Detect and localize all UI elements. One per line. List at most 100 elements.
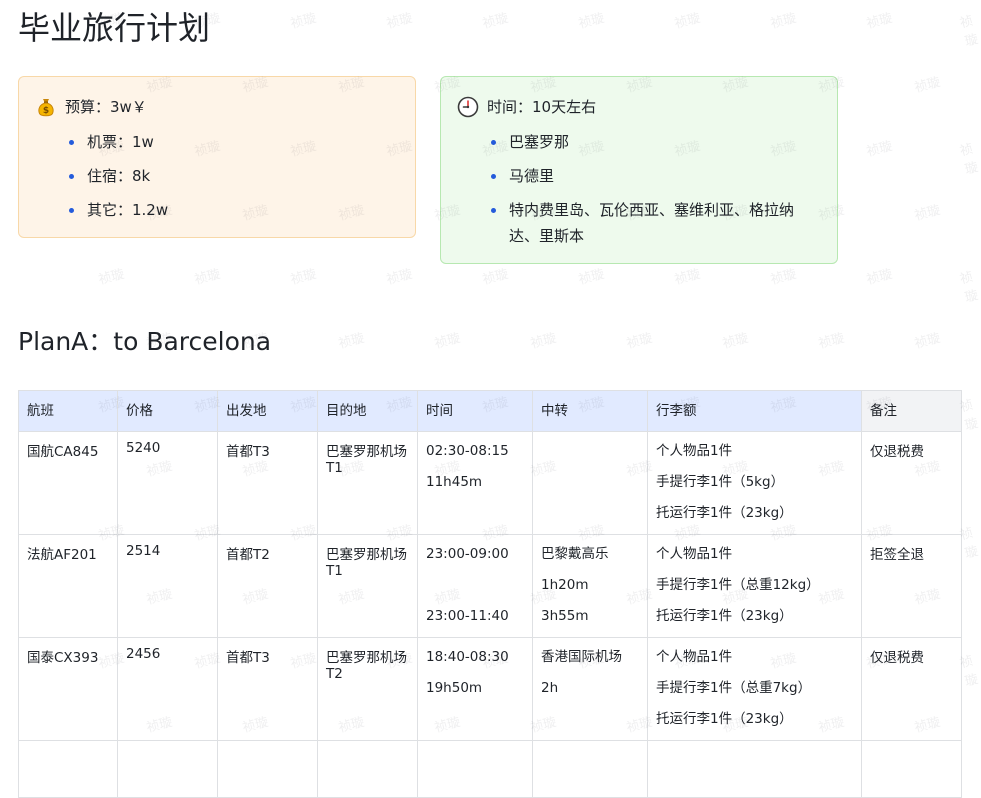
destination-list: 巴塞罗那 马德里 特内费里岛、瓦伦西亚、塞维利亚、格拉纳达、里斯本 [457,129,821,249]
time-range: 23:00-11:40 [426,608,509,624]
cell-destination: 巴塞罗那机场T1 [317,534,418,638]
empty-cell [117,740,218,798]
baggage-checked: 托运行李1件（23kg） [656,608,793,624]
watermark-text: 祯璇 [957,141,980,178]
watermark-text: 祯璇 [384,10,414,33]
watermark-text: 祯璇 [912,74,942,97]
cell-flight: 法航AF201 [18,534,118,638]
cell-note: 拒签全退 [861,534,962,638]
duration: 19h50m [426,680,483,696]
cell-baggage: 个人物品1件 手提行李1件（总重7kg） 托运行李1件（23kg） [647,637,862,741]
cell-baggage: 个人物品1件 手提行李1件（5kg） 托运行李1件（23kg） [647,431,862,535]
time-callout: 时间：10天左右 巴塞罗那 马德里 特内费里岛、瓦伦西亚、塞维利亚、格拉纳达、里… [440,76,838,264]
transfer-duration: 1h20m [541,577,589,593]
watermark-text: 祯璇 [912,330,942,353]
watermark-text: 祯璇 [816,330,846,353]
time-range: 18:40-08:30 [426,649,509,665]
destination-item: 马德里 [491,163,821,189]
baggage-checked: 托运行李1件（23kg） [656,711,793,727]
budget-item-other: 其它：1.2w [69,197,399,223]
cell-baggage: 个人物品1件 手提行李1件（总重12kg） 托运行李1件（23kg） [647,534,862,638]
watermark-text: 祯璇 [96,266,126,289]
table-row: 国泰CX393 2456 首都T3 巴塞罗那机场T2 18:40-08:30 1… [18,637,962,741]
cell-price: 2456 [117,637,218,741]
table-header-row: 航班 价格 出发地 目的地 时间 中转 行李额 备注 [18,390,962,432]
watermark-text: 祯璇 [384,266,414,289]
cell-transfer: 香港国际机场 2h [532,637,648,741]
budget-callout: $ 预算：3w￥ 机票：1w 住宿：8k 其它：1.2w [18,76,416,238]
column-header-note: 备注 [861,390,962,432]
time-range: 02:30-08:15 [426,443,509,459]
cell-time: 18:40-08:30 19h50m [417,637,533,741]
cell-flight: 国航CA845 [18,431,118,535]
cell-departure: 首都T3 [217,637,318,741]
watermark-text: 祯璇 [957,13,980,50]
watermark-text: 祯璇 [336,330,366,353]
baggage-personal: 个人物品1件 [656,546,733,562]
empty-cell [647,740,862,798]
cell-note: 仅退税费 [861,431,962,535]
column-header-flight: 航班 [18,390,118,432]
watermark-text: 祯璇 [957,269,980,306]
cell-transfer [532,431,648,535]
column-header-destination: 目的地 [317,390,418,432]
baggage-personal: 个人物品1件 [656,649,733,665]
watermark-text: 祯璇 [576,266,606,289]
cell-flight: 国泰CX393 [18,637,118,741]
cell-time: 23:00-09:00 23:00-11:40 [417,534,533,638]
watermark-text: 祯璇 [912,202,942,225]
baggage-carry-on: 手提行李1件（总重7kg） [656,680,812,696]
destination-item: 巴塞罗那 [491,129,821,155]
money-bag-icon: $ [35,96,57,118]
watermark-text: 祯璇 [192,266,222,289]
baggage-personal: 个人物品1件 [656,443,733,459]
transfer-duration: 3h55m [541,608,589,624]
column-header-price: 价格 [117,390,218,432]
column-header-transfer: 中转 [532,390,648,432]
transfer-airport: 香港国际机场 [541,649,622,665]
watermark-text: 祯璇 [480,10,510,33]
cell-destination: 巴塞罗那机场T2 [317,637,418,741]
empty-cell [861,740,962,798]
watermark-text: 祯璇 [528,330,558,353]
watermark-text: 祯璇 [480,266,510,289]
duration: 11h45m [426,474,483,490]
cell-time: 02:30-08:15 11h45m [417,431,533,535]
watermark-text: 祯璇 [720,330,750,353]
clock-icon [457,96,479,118]
empty-cell [417,740,533,798]
table-row: 法航AF201 2514 首都T2 巴塞罗那机场T1 23:00-09:00 2… [18,534,962,638]
time-range: 23:00-09:00 [426,546,509,562]
budget-item-lodging: 住宿：8k [69,163,399,189]
watermark-text: 祯璇 [672,266,702,289]
section-title: PlanA：to Barcelona [18,327,272,356]
column-header-time: 时间 [417,390,533,432]
table-row-empty [18,740,962,798]
cell-departure: 首都T3 [217,431,318,535]
destination-item: 特内费里岛、瓦伦西亚、塞维利亚、格拉纳达、里斯本 [491,197,821,249]
transfer-airport: 巴黎戴高乐 [541,546,609,562]
watermark-text: 祯璇 [672,10,702,33]
empty-cell [18,740,118,798]
watermark-text: 祯璇 [864,138,894,161]
cell-destination: 巴塞罗那机场T1 [317,431,418,535]
table-row: 国航CA845 5240 首都T3 巴塞罗那机场T1 02:30-08:15 1… [18,431,962,535]
time-heading: 时间：10天左右 [487,98,597,116]
budget-list: 机票：1w 住宿：8k 其它：1.2w [35,129,399,223]
watermark-text: 祯璇 [768,266,798,289]
budget-heading: 预算：3w￥ [65,98,147,116]
watermark-text: 祯璇 [432,330,462,353]
baggage-carry-on: 手提行李1件（总重12kg） [656,577,820,593]
transfer-duration: 2h [541,680,559,696]
baggage-carry-on: 手提行李1件（5kg） [656,474,785,490]
empty-cell [317,740,418,798]
watermark-text: 祯璇 [576,10,606,33]
baggage-checked: 托运行李1件（23kg） [656,505,793,521]
cell-note: 仅退税费 [861,637,962,741]
column-header-baggage: 行李额 [647,390,862,432]
cell-price: 2514 [117,534,218,638]
time-callout-heading-row: 时间：10天左右 [457,93,821,121]
cell-transfer: 巴黎戴高乐 1h20m 3h55m [532,534,648,638]
watermark-text: 祯璇 [288,266,318,289]
